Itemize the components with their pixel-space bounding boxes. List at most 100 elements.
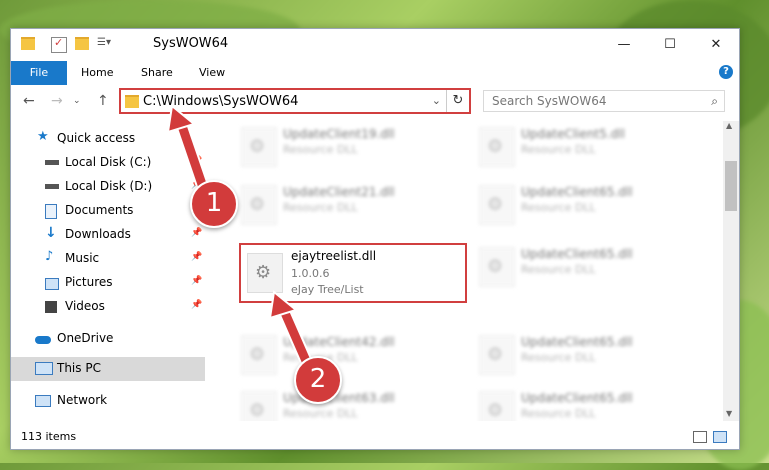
sidebar-item-label: Pictures — [65, 275, 113, 289]
forward-arrow-icon[interactable]: → — [51, 93, 63, 109]
cloud-icon — [35, 336, 51, 344]
folder-icon — [21, 37, 35, 50]
drive-icon — [45, 160, 59, 165]
help-icon[interactable]: ? — [719, 65, 733, 79]
file-name: ejaytreelist.dll — [291, 249, 377, 263]
address-bar[interactable]: C:\Windows\SysWOW64 ⌄ ↻ — [119, 88, 471, 114]
file-name: UpdateClient65.dll — [521, 391, 633, 405]
dll-file-icon — [241, 391, 277, 421]
details-view-icon[interactable] — [693, 431, 707, 443]
search-icon[interactable]: ⌕ — [711, 94, 718, 109]
sidebar-item-label: Documents — [65, 203, 134, 217]
sidebar-item-label: This PC — [57, 361, 101, 375]
dll-file-icon — [479, 391, 515, 421]
file-item[interactable]: UpdateClient65.dll Resource DLL — [473, 181, 693, 227]
new-folder-icon[interactable] — [75, 37, 89, 50]
file-item[interactable]: UpdateClient5.dll Resource DLL — [473, 123, 693, 169]
star-icon: ★ — [37, 129, 49, 144]
dll-file-icon — [241, 185, 277, 225]
scroll-thumb[interactable] — [725, 161, 737, 211]
pin-icon[interactable]: 📌 — [191, 300, 202, 310]
ribbon: File Home Share View ? — [11, 61, 739, 107]
file-type: Resource DLL — [283, 143, 358, 156]
tab-share[interactable]: Share — [141, 61, 173, 85]
dll-file-icon — [479, 335, 515, 375]
file-name: UpdateClient5.dll — [521, 127, 625, 141]
chevron-down-icon[interactable]: ⌄ — [432, 94, 441, 107]
sidebar-item-label: Local Disk (C:) — [65, 155, 152, 169]
maximize-button[interactable]: ☐ — [647, 29, 693, 61]
item-count: 113 items — [21, 430, 77, 443]
dll-file-icon — [479, 247, 515, 287]
dll-file-icon — [241, 127, 277, 167]
callout-badge-2: 2 — [294, 356, 342, 404]
sidebar-item-local-disk-d[interactable]: Local Disk (D:) 📌 — [11, 175, 205, 199]
navigation-pane: ★ Quick access Local Disk (C:) 📌 Local D… — [11, 121, 205, 421]
dll-file-icon — [241, 335, 277, 375]
drive-icon — [45, 184, 59, 189]
file-item[interactable]: UpdateClient42.dll Resource DLL — [235, 331, 455, 377]
file-item[interactable]: UpdateClient65.dll Resource DLL — [473, 243, 693, 289]
sidebar-item-label: Quick access — [57, 131, 136, 145]
file-type: Resource DLL — [521, 407, 596, 420]
title-bar: ✓ ☰▾ SysWOW64 — ☐ ✕ — [11, 29, 739, 61]
pin-icon[interactable]: 📌 — [191, 156, 202, 166]
sidebar-item-label: Music — [65, 251, 100, 265]
file-item[interactable]: UpdateClient65.dll Resource DLL — [473, 387, 693, 421]
pin-icon[interactable]: 📌 — [191, 276, 202, 286]
sidebar-item-pictures[interactable]: Pictures 📌 — [11, 271, 205, 295]
properties-icon[interactable]: ✓ — [51, 36, 67, 53]
pin-icon[interactable]: 📌 — [191, 228, 202, 238]
file-type: Resource DLL — [521, 143, 596, 156]
explorer-window: ✓ ☰▾ SysWOW64 — ☐ ✕ File Home Share View… — [10, 28, 740, 450]
vertical-scrollbar[interactable]: ▲ ▼ — [723, 121, 739, 421]
minimize-button[interactable]: — — [601, 29, 647, 61]
file-name: UpdateClient65.dll — [521, 185, 633, 199]
search-input[interactable]: Search SysWOW64 ⌕ — [483, 90, 725, 112]
download-icon: ↓ — [45, 225, 57, 241]
up-arrow-icon[interactable]: ↑ — [97, 93, 109, 109]
customize-toolbar-icon[interactable]: ☰▾ — [97, 37, 117, 51]
sidebar-item-this-pc[interactable]: This PC — [11, 357, 205, 381]
large-icons-view-icon[interactable] — [713, 431, 727, 443]
file-item[interactable]: UpdateClient63.dll Resource DLL — [235, 387, 455, 421]
file-type: Resource DLL — [521, 263, 596, 276]
tab-home[interactable]: Home — [81, 61, 113, 85]
sidebar-item-videos[interactable]: Videos 📌 — [11, 295, 205, 319]
file-item[interactable]: UpdateClient19.dll Resource DLL — [235, 123, 455, 169]
file-name: UpdateClient19.dll — [283, 127, 395, 141]
scroll-up-icon[interactable]: ▲ — [726, 121, 732, 130]
folder-icon — [125, 95, 139, 108]
sidebar-item-documents[interactable]: Documents 📌 — [11, 199, 205, 223]
close-button[interactable]: ✕ — [693, 29, 739, 61]
file-type: Resource DLL — [521, 351, 596, 364]
file-type: Resource DLL — [283, 201, 358, 214]
computer-icon — [35, 362, 53, 375]
back-arrow-icon[interactable]: ← — [23, 93, 35, 109]
address-path[interactable]: C:\Windows\SysWOW64 — [143, 94, 298, 109]
file-name: UpdateClient42.dll — [283, 335, 395, 349]
sidebar-item-label: Downloads — [65, 227, 131, 241]
file-item-ejaytreelist[interactable]: ejaytreelist.dll 1.0.0.6 eJay Tree/List — [239, 243, 467, 303]
tab-view[interactable]: View — [199, 61, 225, 85]
sidebar-item-network[interactable]: Network — [11, 389, 205, 413]
sidebar-item-quick-access[interactable]: ★ Quick access — [11, 127, 205, 151]
sidebar-item-label: OneDrive — [57, 331, 114, 345]
sidebar-item-onedrive[interactable]: OneDrive — [11, 327, 205, 351]
status-bar: 113 items — [11, 425, 739, 449]
dll-file-icon — [247, 253, 283, 293]
refresh-icon[interactable]: ↻ — [446, 90, 469, 112]
file-name: UpdateClient65.dll — [521, 247, 633, 261]
file-item[interactable]: UpdateClient65.dll Resource DLL — [473, 331, 693, 377]
file-list: UpdateClient19.dll Resource DLL UpdateCl… — [205, 121, 723, 421]
scroll-down-icon[interactable]: ▼ — [726, 409, 732, 418]
sidebar-item-music[interactable]: ♪ Music 📌 — [11, 247, 205, 271]
file-type: Resource DLL — [521, 201, 596, 214]
file-item[interactable]: UpdateClient21.dll Resource DLL — [235, 181, 455, 227]
pin-icon[interactable]: 📌 — [191, 252, 202, 262]
recent-locations-icon[interactable]: ⌄ — [73, 96, 81, 106]
sidebar-item-downloads[interactable]: ↓ Downloads 📌 — [11, 223, 205, 247]
pictures-icon — [45, 278, 59, 290]
dll-file-icon — [479, 185, 515, 225]
sidebar-item-local-disk-c[interactable]: Local Disk (C:) 📌 — [11, 151, 205, 175]
